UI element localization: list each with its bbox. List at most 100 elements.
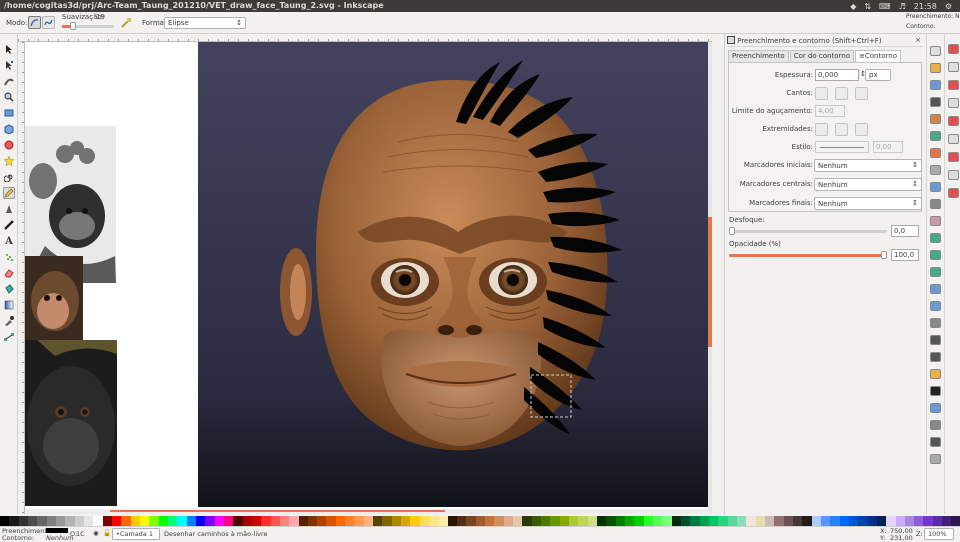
join-round-button[interactable] — [835, 87, 848, 100]
dropbox-icon[interactable]: ◆ — [850, 2, 856, 11]
palette-swatch[interactable] — [774, 516, 784, 526]
palette-swatch[interactable] — [83, 516, 94, 526]
palette-swatch[interactable] — [578, 516, 588, 526]
snap-toggle-icon[interactable] — [948, 134, 959, 144]
palette-swatch[interactable] — [783, 516, 793, 526]
palette-swatch[interactable] — [363, 516, 374, 526]
palette-swatch[interactable] — [923, 516, 933, 526]
redo-icon[interactable] — [930, 165, 941, 175]
palette-swatch[interactable] — [270, 516, 280, 526]
palette-swatch[interactable] — [634, 516, 644, 526]
tab-fill[interactable]: Preenchimento — [728, 50, 789, 62]
fill-stroke-icon[interactable] — [930, 369, 941, 379]
palette-swatch[interactable] — [65, 516, 75, 526]
palette-swatch[interactable] — [167, 516, 178, 526]
opacity-input[interactable]: 100,0 — [891, 249, 919, 261]
snap-toggle-icon[interactable] — [948, 44, 959, 54]
palette-swatch[interactable] — [550, 516, 560, 526]
palette-swatch[interactable] — [391, 516, 402, 526]
palette-swatch[interactable] — [858, 516, 868, 526]
palette-swatch[interactable] — [18, 516, 28, 526]
layers-icon[interactable] — [930, 403, 941, 413]
stroke-unit-select[interactable]: px — [865, 69, 891, 81]
palette-swatch[interactable] — [522, 516, 532, 526]
tab-stroke-style[interactable]: ≡Contorno — [855, 50, 901, 62]
palette-swatch[interactable] — [46, 516, 56, 526]
palette-swatch[interactable] — [345, 516, 355, 526]
palette-swatch[interactable] — [643, 516, 653, 526]
palette-swatch[interactable] — [494, 516, 504, 526]
tweak-icon[interactable] — [3, 75, 15, 87]
palette-swatch[interactable] — [326, 516, 336, 526]
palette-swatch[interactable] — [671, 516, 681, 526]
duplicate-icon[interactable] — [930, 284, 941, 294]
palette-swatch[interactable] — [186, 516, 196, 526]
status-fill-swatch[interactable] — [46, 528, 68, 533]
layer-select[interactable]: •Camada 1 — [112, 528, 160, 540]
color-palette[interactable] — [0, 516, 960, 526]
text-font-icon[interactable] — [930, 386, 941, 396]
palette-swatch[interactable] — [466, 516, 476, 526]
print-icon[interactable] — [930, 97, 941, 107]
palette-swatch[interactable] — [764, 516, 775, 526]
palette-swatch[interactable] — [27, 516, 38, 526]
smoothing-slider[interactable] — [62, 22, 114, 30]
palette-swatch[interactable] — [279, 516, 290, 526]
blur-slider[interactable] — [729, 227, 887, 235]
spiral-icon[interactable] — [3, 171, 15, 183]
palette-swatch[interactable] — [214, 516, 224, 526]
palette-swatch[interactable] — [811, 516, 821, 526]
palette-swatch[interactable] — [429, 516, 439, 526]
palette-swatch[interactable] — [652, 516, 663, 526]
palette-swatch[interactable] — [158, 516, 168, 526]
palette-swatch[interactable] — [93, 516, 103, 526]
horizontal-ruler[interactable] — [18, 34, 712, 42]
palette-swatch[interactable] — [699, 516, 709, 526]
reference-images[interactable] — [25, 126, 117, 506]
palette-swatch[interactable] — [708, 516, 719, 526]
zoom-selection-icon[interactable] — [930, 233, 941, 243]
save-icon[interactable] — [930, 80, 941, 90]
palette-swatch[interactable] — [942, 516, 952, 526]
export-icon[interactable] — [930, 131, 941, 141]
align-icon[interactable] — [930, 437, 941, 447]
palette-swatch[interactable] — [261, 516, 271, 526]
palette-swatch[interactable] — [121, 516, 131, 526]
dock-close-icon[interactable]: × — [915, 36, 921, 44]
palette-swatch[interactable] — [74, 516, 84, 526]
zoom-drawing-icon[interactable] — [930, 250, 941, 260]
node-edit-icon[interactable] — [3, 59, 15, 71]
join-miter-button[interactable] — [815, 87, 828, 100]
network-icon[interactable]: ⇅ — [864, 2, 871, 11]
palette-swatch[interactable] — [820, 516, 831, 526]
palette-swatch[interactable] — [233, 516, 243, 526]
snap-toggle-icon[interactable] — [948, 98, 959, 108]
palette-swatch[interactable] — [102, 516, 112, 526]
calligraphy-icon[interactable] — [3, 219, 15, 231]
unlink-clone-icon[interactable] — [930, 318, 941, 328]
palette-swatch[interactable] — [373, 516, 383, 526]
zoom-page-icon[interactable] — [930, 267, 941, 277]
palette-swatch[interactable] — [680, 516, 691, 526]
palette-swatch[interactable] — [876, 516, 887, 526]
palette-swatch[interactable] — [848, 516, 859, 526]
palette-swatch[interactable] — [503, 516, 514, 526]
palette-swatch[interactable] — [839, 516, 849, 526]
star-icon[interactable] — [3, 155, 15, 167]
palette-swatch[interactable] — [401, 516, 411, 526]
ellipse-icon[interactable] — [3, 139, 15, 151]
vertical-scrollbar[interactable] — [708, 42, 712, 514]
palette-swatch[interactable] — [475, 516, 486, 526]
palette-swatch[interactable] — [335, 516, 346, 526]
palette-swatch[interactable] — [139, 516, 150, 526]
horizontal-scroll-thumb[interactable] — [110, 510, 445, 512]
opacity-slider-knob[interactable] — [881, 251, 887, 259]
smoothing-slider-knob[interactable] — [70, 22, 76, 30]
end-markers-select[interactable]: Nenhum — [814, 197, 922, 210]
vertical-scroll-thumb[interactable] — [708, 217, 712, 347]
group-icon[interactable] — [930, 335, 941, 345]
cap-butt-button[interactable] — [815, 123, 828, 136]
clock[interactable]: 21:58 — [914, 2, 937, 11]
pen-icon[interactable] — [3, 203, 15, 215]
palette-swatch[interactable] — [485, 516, 495, 526]
